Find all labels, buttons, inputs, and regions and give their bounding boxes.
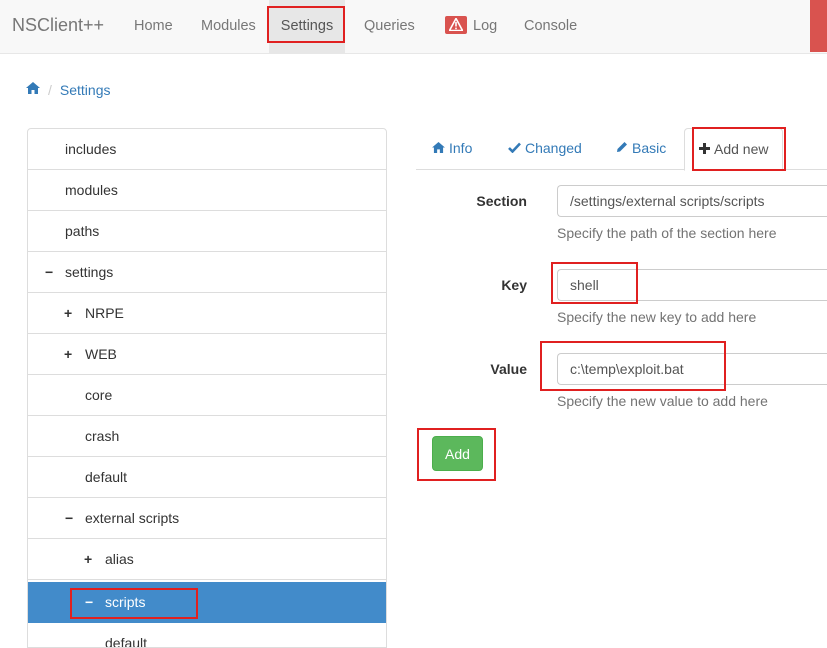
breadcrumb: / Settings (26, 80, 110, 100)
tree-item-label: scripts (105, 594, 146, 610)
tab-label: Info (449, 140, 473, 156)
tree-item-label: default (85, 469, 128, 485)
tree-item-external-scripts[interactable]: − external scripts (28, 498, 386, 539)
tree-item-label: alias (105, 551, 134, 567)
minus-icon[interactable]: − (65, 498, 81, 538)
tree-item-label: includes (65, 141, 117, 157)
tree-item-label: settings (65, 264, 114, 280)
tree-item-paths[interactable]: paths (28, 211, 386, 252)
value-label: Value (490, 361, 527, 377)
tab-changed[interactable]: Changed (494, 128, 596, 170)
tree-item-label: modules (65, 182, 118, 198)
section-help: Specify the path of the section here (557, 225, 777, 241)
tree-item-label: crash (85, 428, 120, 444)
tree-item-core[interactable]: core (28, 375, 386, 416)
value-help: Specify the new value to add here (557, 393, 768, 409)
plus-icon[interactable]: + (84, 539, 100, 579)
tree-item-nrpe[interactable]: + NRPE (28, 293, 386, 334)
tree-item-web[interactable]: + WEB (28, 334, 386, 375)
key-input[interactable] (557, 269, 827, 301)
tab-info[interactable]: Info (418, 128, 486, 170)
nav-log-label: Log (473, 18, 498, 34)
nav-console[interactable]: Console (509, 0, 592, 53)
breadcrumb-settings[interactable]: Settings (60, 82, 111, 98)
tab-bar: Info Changed Basic Add new (416, 128, 827, 171)
tree-item-label: WEB (85, 346, 117, 362)
tree-item-label: paths (65, 223, 100, 239)
breadcrumb-separator: / (48, 82, 52, 98)
check-icon (508, 128, 521, 168)
tree-item-scripts-default[interactable]: default (28, 623, 386, 648)
key-label: Key (501, 277, 527, 293)
settings-tree: includes modules paths − settings + NRPE +… (27, 128, 387, 648)
tree-item-modules[interactable]: modules (28, 170, 386, 211)
minus-icon[interactable]: − (85, 582, 101, 622)
tree-item-crash[interactable]: crash (28, 416, 386, 457)
tree-item-scripts[interactable]: − scripts (28, 582, 386, 623)
value-input[interactable] (557, 353, 827, 385)
tree-item-label: default (105, 635, 148, 648)
nav-log[interactable]: Log (430, 0, 512, 53)
tree-item-alias[interactable]: + alias (28, 539, 386, 580)
nav-modules[interactable]: Modules (186, 0, 271, 53)
plus-icon (699, 129, 710, 169)
tab-label: Basic (632, 140, 667, 156)
nav-home[interactable]: Home (119, 0, 188, 53)
home-icon (432, 128, 445, 168)
tab-add-new[interactable]: Add new (684, 128, 784, 171)
tree-item-label: external scripts (85, 510, 180, 526)
tree-item-includes[interactable]: includes (28, 129, 386, 170)
add-button[interactable]: Add (432, 436, 483, 471)
tab-label: Add new (714, 141, 769, 157)
plus-icon[interactable]: + (64, 334, 80, 374)
tree-item-default[interactable]: default (28, 457, 386, 498)
tree-item-settings[interactable]: − settings (28, 252, 386, 293)
tree-item-label: core (85, 387, 113, 403)
nav-queries[interactable]: Queries (349, 0, 430, 53)
pencil-icon (616, 128, 628, 168)
tree-item-label: NRPE (85, 305, 124, 321)
minus-icon[interactable]: − (45, 252, 61, 292)
tab-label: Changed (525, 140, 582, 156)
brand[interactable]: NSClient++ (12, 15, 104, 36)
home-icon[interactable] (26, 79, 40, 99)
nav-settings[interactable]: Settings (269, 0, 345, 53)
navbar: NSClient++ Home Modules Settings Queries… (0, 0, 827, 54)
plus-icon[interactable]: + (64, 293, 80, 333)
section-label: Section (476, 193, 527, 209)
section-input[interactable] (557, 185, 827, 217)
warning-icon (445, 16, 467, 35)
navbar-edge-strip (810, 0, 827, 52)
key-help: Specify the new key to add here (557, 309, 757, 325)
tab-basic[interactable]: Basic (602, 128, 680, 170)
